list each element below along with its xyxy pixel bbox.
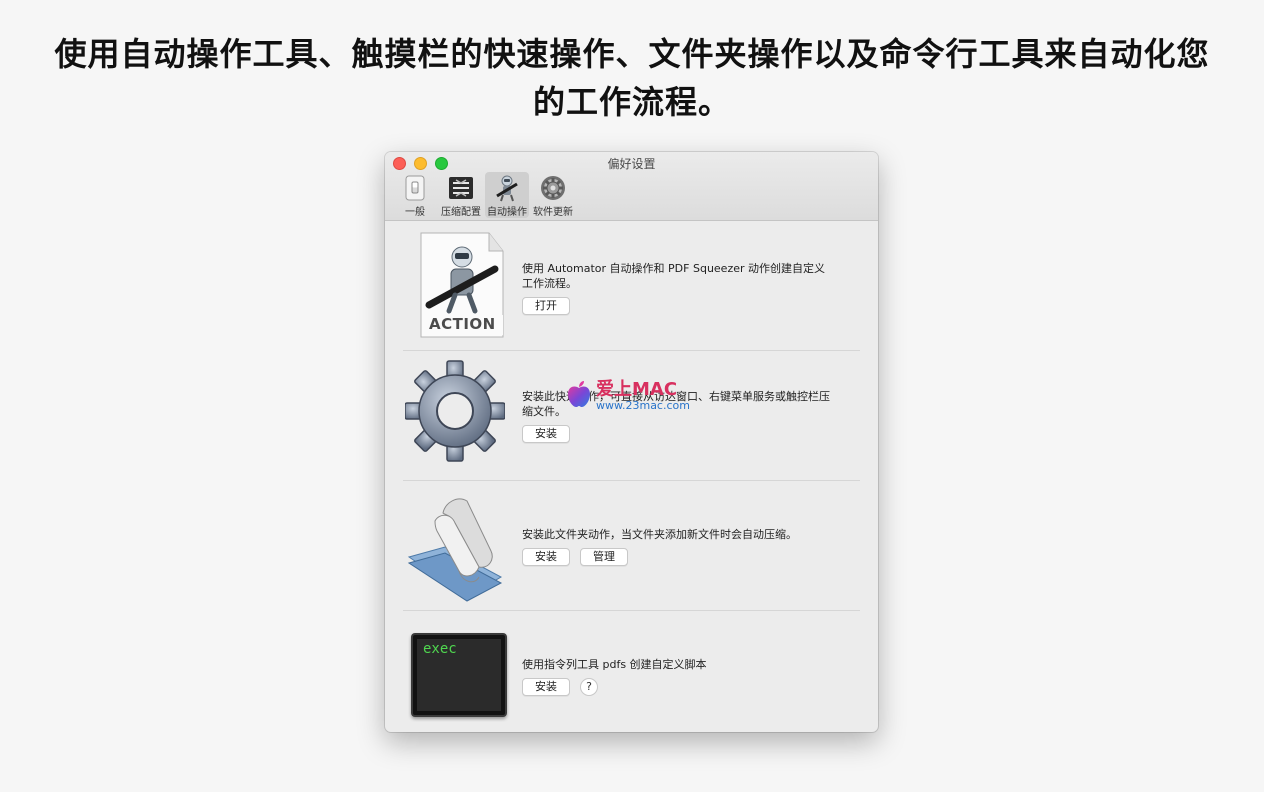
folder-action-script-icon [405, 493, 505, 603]
tab-software-update-label: 软件更新 [533, 207, 573, 218]
action-label: ACTION [429, 315, 496, 333]
automator-action-icon: ACTION [405, 231, 505, 341]
command-line-row: exec 使用指令列工具 pdfs 创建自定义脚本 安装 ? [403, 611, 860, 732]
folder-action-description: 安装此文件夹动作，当文件夹添加新文件时会自动压缩。 安装 管理 [522, 527, 862, 566]
headline-line-2: 的工作流程。 [532, 83, 731, 121]
install-command-line-button[interactable]: 安装 [522, 678, 570, 696]
automator-description: 使用 Automator 自动操作和 PDF Squeezer 动作创建自定义 … [522, 261, 862, 315]
compress-icon [447, 175, 475, 201]
folder-action-text: 安装此文件夹动作，当文件夹添加新文件时会自动压缩。 [522, 528, 797, 541]
tab-automation-label: 自动操作 [487, 207, 527, 218]
quick-action-gear-icon [404, 359, 506, 469]
tab-automation[interactable]: 自动操作 [485, 172, 529, 218]
preferences-toolbar: 一般 压缩配置 自动操作 软件更新 [393, 172, 575, 218]
window-title: 偏好设置 [607, 157, 656, 171]
tab-software-update[interactable]: 软件更新 [531, 172, 575, 218]
window-titlebar: 偏好设置 一般 压缩配置 自动操作 软件更新 [385, 152, 878, 221]
automation-pane: ACTION 使用 Automator 自动操作和 PDF Squeezer 动… [385, 221, 878, 732]
exec-label: exec [423, 641, 457, 657]
gear-icon [539, 175, 567, 201]
preferences-window: 偏好设置 一般 压缩配置 自动操作 软件更新 ACTION 使用 Automat… [385, 152, 878, 732]
install-quick-action-button[interactable]: 安装 [522, 425, 570, 443]
quick-action-row: 安装此快速操作，可直接从访达窗口、右键菜单服务或触控栏压 缩文件。 安装 [403, 351, 860, 481]
automator-icon [493, 175, 521, 202]
tab-compression-profiles[interactable]: 压缩配置 [439, 172, 483, 218]
command-line-description: 使用指令列工具 pdfs 创建自定义脚本 安装 ? [522, 657, 862, 696]
automator-text-line-2: 工作流程。 [522, 277, 577, 290]
open-automator-button[interactable]: 打开 [522, 297, 570, 315]
headline-line-1: 使用自动操作工具、触摸栏的快速操作、文件夹操作以及命令行工具来自动化您 [54, 35, 1210, 73]
terminal-icon: exec [411, 633, 507, 719]
install-folder-action-button[interactable]: 安装 [522, 548, 570, 566]
switch-icon [401, 175, 429, 201]
watermark-main: 爱上MAC [596, 379, 678, 400]
folder-action-row: 安装此文件夹动作，当文件夹添加新文件时会自动压缩。 安装 管理 [403, 481, 860, 611]
tab-general[interactable]: 一般 [393, 172, 437, 218]
help-button[interactable]: ? [580, 678, 598, 696]
watermark-sub: www.23mac.com [596, 399, 690, 412]
automator-text-line-1: 使用 Automator 自动操作和 PDF Squeezer 动作创建自定义 [522, 262, 826, 275]
manage-folder-action-button[interactable]: 管理 [580, 548, 628, 566]
tab-general-label: 一般 [405, 207, 425, 218]
automator-row: ACTION 使用 Automator 自动操作和 PDF Squeezer 动… [403, 221, 860, 351]
apple-logo-icon [566, 380, 592, 408]
tab-compression-profiles-label: 压缩配置 [441, 207, 481, 218]
command-line-text: 使用指令列工具 pdfs 创建自定义脚本 [522, 658, 707, 671]
headline: 使用自动操作工具、触摸栏的快速操作、文件夹操作以及命令行工具来自动化您 的工作流… [0, 30, 1264, 126]
watermark: 爱上MAC www.23mac.com [566, 380, 690, 412]
